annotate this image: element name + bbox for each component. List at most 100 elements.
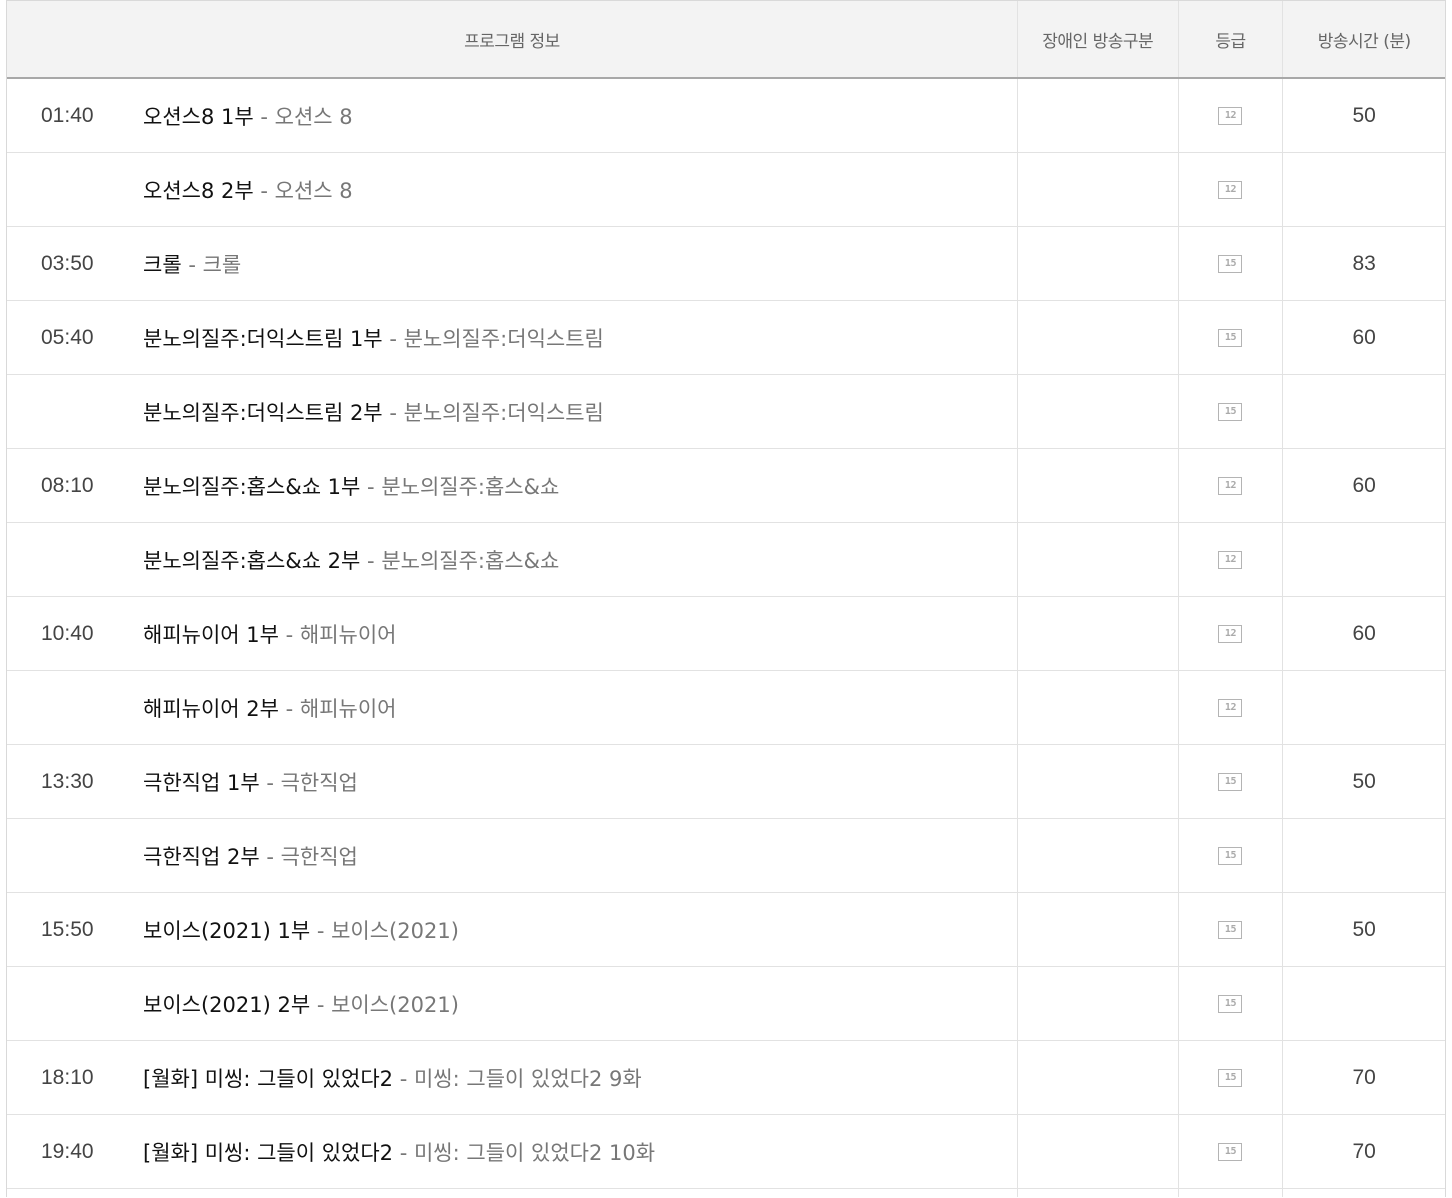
table-row: 19:40 [월화] 미씽: 그들이 있었다2 - 미씽: 그들이 있었다2 10… (7, 1115, 1445, 1189)
program-separator: - (310, 918, 332, 943)
age-rating-icon: 15 (1218, 846, 1243, 865)
grade-cell: 15 (1177, 745, 1283, 818)
program-separator: - (393, 1140, 414, 1165)
program-episode[interactable]: 분노의질주:더익스트림 (404, 401, 604, 425)
table-row: 13:30 극한직업 1부 - 극한직업 15 50 (7, 745, 1445, 819)
program-entry[interactable]: 보이스(2021) 2부 - 보이스(2021) (143, 989, 459, 1019)
program-title[interactable]: 분노의질주:더익스트림 1부 (143, 327, 383, 351)
program-episode[interactable]: 보이스(2021) (331, 919, 459, 943)
program-separator: - (360, 548, 382, 573)
duration-cell (1282, 375, 1445, 448)
accessibility-cell (1016, 1041, 1178, 1114)
program-entry[interactable]: 오션스8 1부 - 오션스 8 (143, 101, 353, 131)
program-episode[interactable]: 미씽: 그들이 있었다2 10화 (414, 1141, 655, 1165)
grade-cell: 15 (1177, 1115, 1283, 1188)
program-entry[interactable]: 분노의질주:홉스&쇼 2부 - 분노의질주:홉스&쇼 (143, 545, 559, 575)
duration-cell (1282, 523, 1445, 596)
table-body: 01:40 오션스8 1부 - 오션스 8 12 50 오션스8 2부 - 오션스 8 1… (7, 79, 1445, 1189)
table-row: 분노의질주:더익스트림 2부 - 분노의질주:더익스트림 15 (7, 375, 1445, 449)
age-rating-icon: 15 (1218, 1142, 1243, 1161)
accessibility-cell (1016, 1115, 1178, 1188)
program-episode[interactable]: 해피뉴이어 (300, 697, 397, 721)
program-episode[interactable]: 보이스(2021) (331, 993, 459, 1017)
duration-cell: 60 (1282, 597, 1445, 670)
program-entry[interactable]: 분노의질주:더익스트림 1부 - 분노의질주:더익스트림 (143, 323, 604, 353)
program-episode[interactable]: 해피뉴이어 (300, 623, 397, 647)
program-episode[interactable]: 크롤 (203, 253, 242, 277)
program-title[interactable]: 분노의질주:더익스트림 2부 (143, 401, 383, 425)
program-title[interactable]: 보이스(2021) 1부 (143, 919, 310, 943)
broadcast-time: 10:40 (41, 621, 94, 645)
program-episode[interactable]: 분노의질주:홉스&쇼 (381, 475, 559, 499)
program-info-cell: 극한직업 2부 - 극한직업 (7, 819, 1017, 892)
table-row: 극한직업 2부 - 극한직업 15 (7, 819, 1445, 893)
header-program-info: 프로그램 정보 (464, 31, 560, 52)
program-entry[interactable]: 해피뉴이어 2부 - 해피뉴이어 (143, 693, 397, 723)
program-separator: - (278, 622, 300, 647)
program-title[interactable]: 오션스8 1부 (143, 105, 254, 129)
program-title[interactable]: 극한직업 2부 (143, 845, 260, 869)
program-entry[interactable]: 극한직업 2부 - 극한직업 (143, 841, 358, 871)
program-entry[interactable]: [월화] 미씽: 그들이 있었다2 - 미씽: 그들이 있었다2 9화 (143, 1063, 642, 1093)
program-title[interactable]: 보이스(2021) 2부 (143, 993, 310, 1017)
table-row: 보이스(2021) 2부 - 보이스(2021) 15 (7, 967, 1445, 1041)
grade-cell: 15 (1177, 301, 1283, 374)
program-title[interactable]: [월화] 미씽: 그들이 있었다2 (143, 1067, 393, 1091)
age-rating-icon: 15 (1218, 1068, 1243, 1087)
program-episode[interactable]: 오션스 8 (275, 105, 353, 129)
program-title[interactable]: 분노의질주:홉스&쇼 1부 (143, 475, 360, 499)
program-info-cell: 18:10 [월화] 미씽: 그들이 있었다2 - 미씽: 그들이 있었다2 9화 (7, 1041, 1017, 1114)
accessibility-cell (1016, 523, 1178, 596)
program-info-cell: 해피뉴이어 2부 - 해피뉴이어 (7, 671, 1017, 744)
program-info-cell: 08:10 분노의질주:홉스&쇼 1부 - 분노의질주:홉스&쇼 (7, 449, 1017, 522)
program-title[interactable]: 해피뉴이어 1부 (143, 623, 279, 647)
age-rating-icon: 15 (1218, 994, 1243, 1013)
program-entry[interactable]: 해피뉴이어 1부 - 해피뉴이어 (143, 619, 397, 649)
accessibility-cell (1016, 153, 1178, 226)
program-separator: - (259, 770, 281, 795)
program-episode[interactable]: 오션스 8 (275, 179, 353, 203)
program-info-cell: 01:40 오션스8 1부 - 오션스 8 (7, 79, 1017, 152)
program-title[interactable]: 오션스8 2부 (143, 179, 254, 203)
table-row: 오션스8 2부 - 오션스 8 12 (7, 153, 1445, 227)
program-entry[interactable]: 크롤 - 크롤 (143, 249, 241, 279)
program-separator: - (382, 326, 404, 351)
program-entry[interactable]: 분노의질주:더익스트림 2부 - 분노의질주:더익스트림 (143, 397, 604, 427)
program-entry[interactable]: 극한직업 1부 - 극한직업 (143, 767, 358, 797)
accessibility-cell (1016, 819, 1178, 892)
program-title[interactable]: 극한직업 1부 (143, 771, 260, 795)
accessibility-cell (1016, 227, 1178, 300)
table-row: 03:50 크롤 - 크롤 15 83 (7, 227, 1445, 301)
accessibility-cell (1016, 449, 1178, 522)
broadcast-time: 13:30 (41, 769, 94, 793)
program-episode[interactable]: 분노의질주:홉스&쇼 (381, 549, 559, 573)
program-episode[interactable]: 미씽: 그들이 있었다2 9화 (414, 1067, 642, 1091)
broadcast-time: 19:40 (41, 1139, 94, 1163)
program-episode[interactable]: 극한직업 (281, 845, 358, 869)
age-rating-icon: 12 (1218, 624, 1243, 643)
grade-cell: 15 (1177, 967, 1283, 1040)
broadcast-time: 03:50 (41, 251, 94, 275)
grade-cell: 15 (1177, 893, 1283, 966)
program-entry[interactable]: 보이스(2021) 1부 - 보이스(2021) (143, 915, 459, 945)
age-rating-icon: 15 (1218, 772, 1243, 791)
program-entry[interactable]: [월화] 미씽: 그들이 있었다2 - 미씽: 그들이 있었다2 10화 (143, 1137, 655, 1167)
program-info-cell: 19:40 [월화] 미씽: 그들이 있었다2 - 미씽: 그들이 있었다2 10… (7, 1115, 1017, 1188)
program-episode[interactable]: 극한직업 (281, 771, 358, 795)
table-row: 해피뉴이어 2부 - 해피뉴이어 12 (7, 671, 1445, 745)
accessibility-cell (1016, 671, 1178, 744)
duration-cell: 70 (1282, 1041, 1445, 1114)
program-title[interactable]: 해피뉴이어 2부 (143, 697, 279, 721)
program-title[interactable]: [월화] 미씽: 그들이 있었다2 (143, 1141, 393, 1165)
age-rating-icon: 15 (1218, 328, 1243, 347)
program-entry[interactable]: 오션스8 2부 - 오션스 8 (143, 175, 353, 205)
program-info-cell: 15:50 보이스(2021) 1부 - 보이스(2021) (7, 893, 1017, 966)
table-row-partial (7, 1189, 1445, 1197)
program-title[interactable]: 크롤 (143, 253, 182, 277)
program-title[interactable]: 분노의질주:홉스&쇼 2부 (143, 549, 360, 573)
program-entry[interactable]: 분노의질주:홉스&쇼 1부 - 분노의질주:홉스&쇼 (143, 471, 559, 501)
grade-cell: 12 (1177, 79, 1283, 152)
grade-cell: 12 (1177, 523, 1283, 596)
program-episode[interactable]: 분노의질주:더익스트림 (404, 327, 604, 351)
accessibility-cell (1016, 301, 1178, 374)
